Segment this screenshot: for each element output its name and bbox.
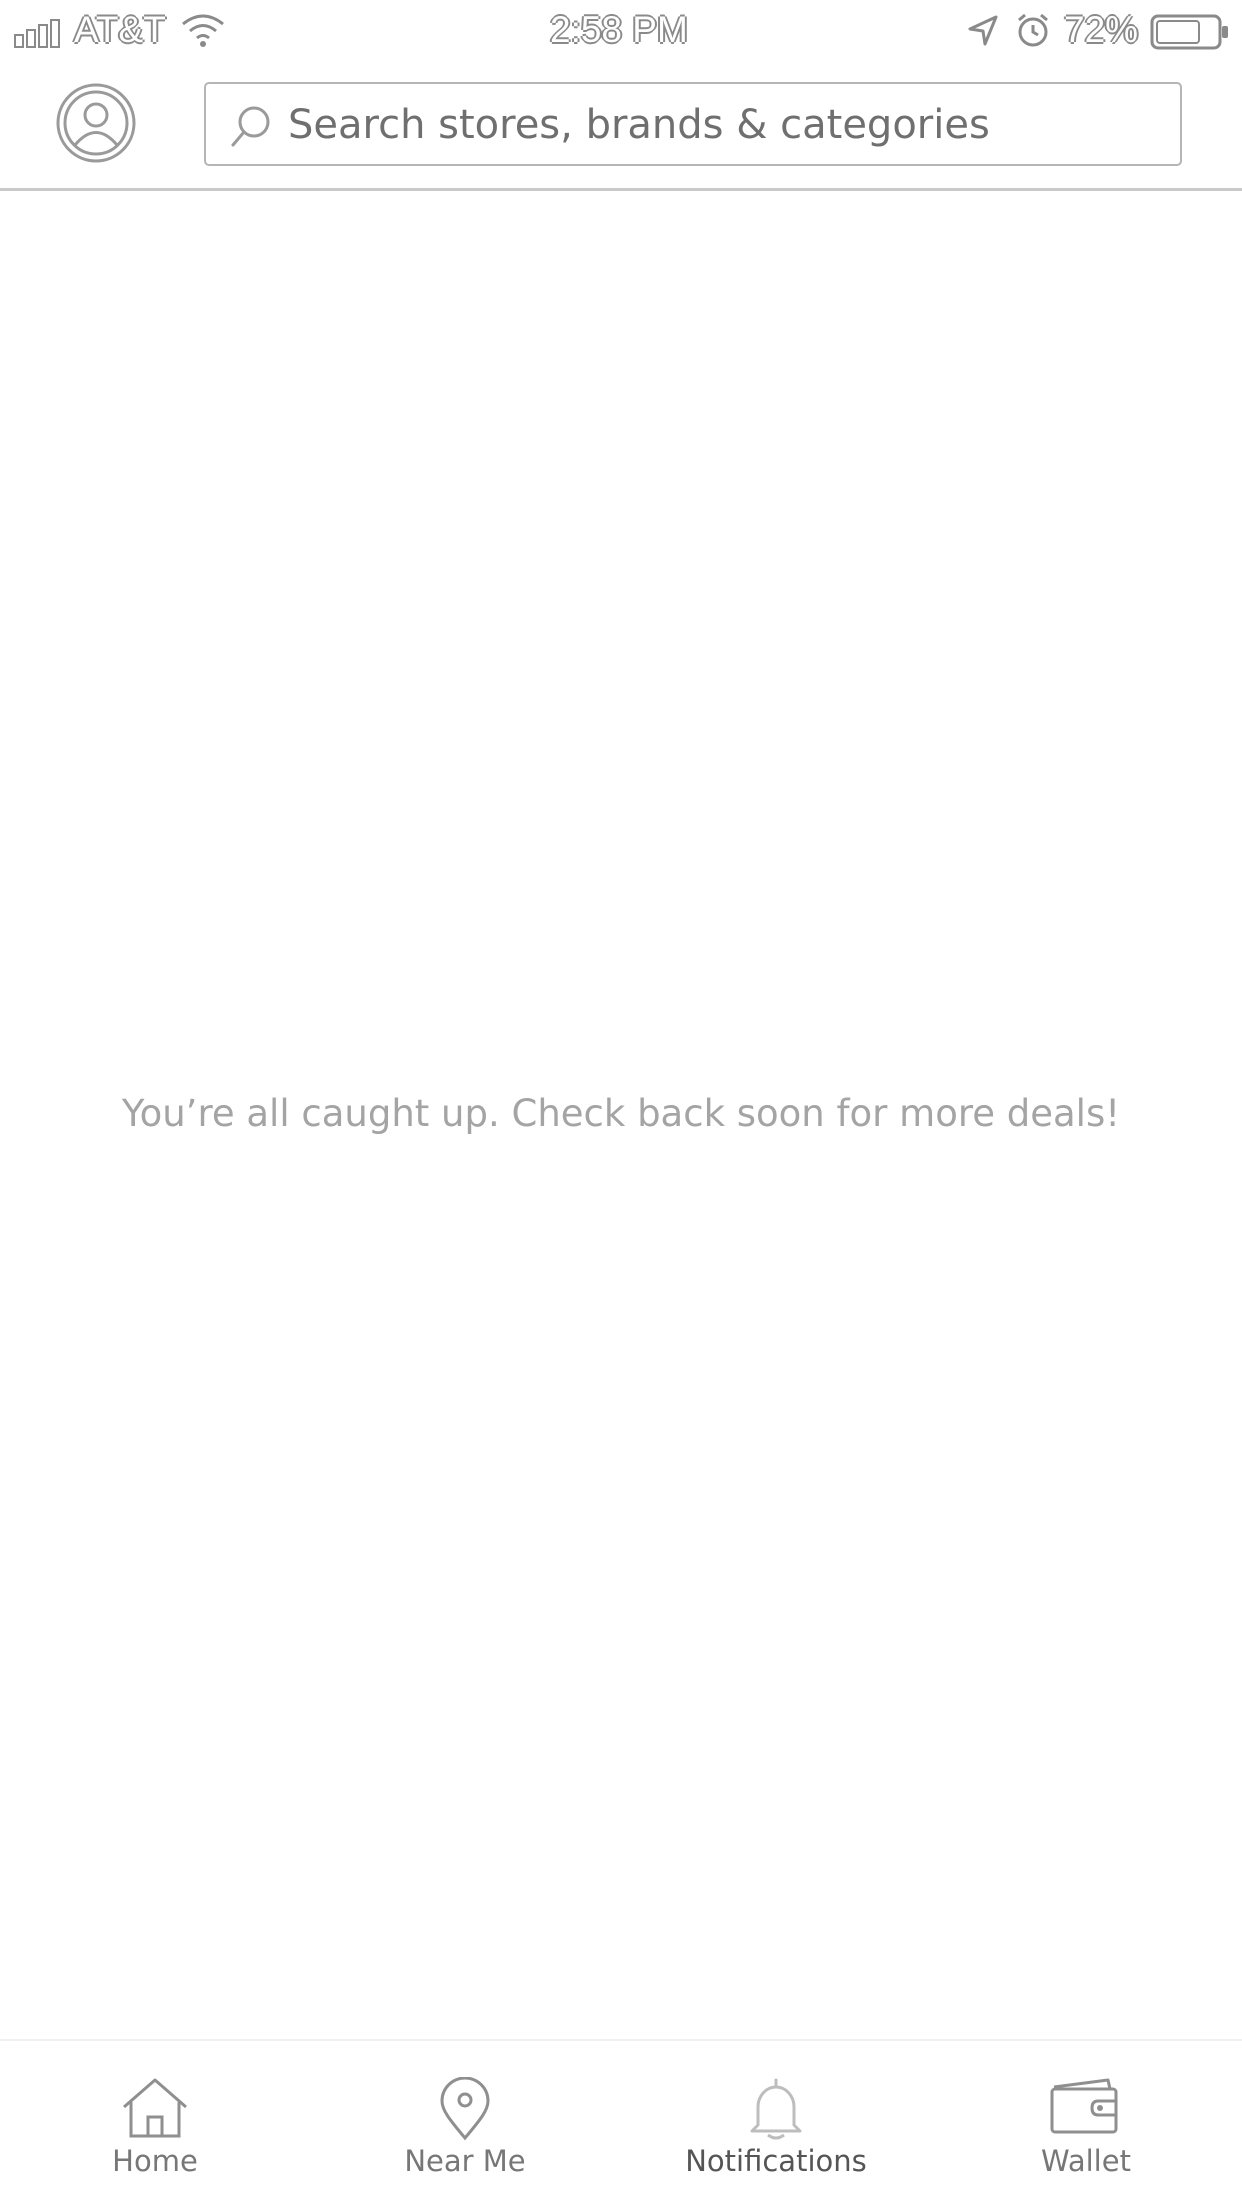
location-pin-icon [440, 2077, 490, 2141]
signal-icon [14, 19, 60, 48]
carrier-label: AT&T [74, 9, 166, 50]
alarm-icon [1018, 13, 1048, 47]
clock-time: 2:58 PM [550, 9, 688, 50]
wallet-icon [1050, 2078, 1118, 2134]
battery-icon [1150, 14, 1228, 50]
battery-percent: 72% [1064, 9, 1139, 50]
tab-wallet[interactable]: Wallet [931, 2041, 1241, 2210]
bell-icon [750, 2078, 802, 2140]
location-arrow-icon [968, 15, 998, 46]
top-header [0, 62, 1242, 191]
tab-near-me[interactable]: Near Me [310, 2041, 620, 2210]
wifi-icon [182, 14, 224, 47]
profile-button[interactable] [55, 82, 137, 164]
tab-home[interactable]: Home [0, 2041, 310, 2210]
search-bar[interactable] [204, 82, 1182, 166]
search-icon [231, 106, 270, 147]
bottom-tab-bar: Home Near Me Notifications Wallet [0, 2039, 1242, 2210]
home-icon [123, 2078, 187, 2138]
status-bar: AT&T 2:58 PM 72% [0, 0, 1242, 62]
tab-notifications[interactable]: Notifications [621, 2041, 931, 2210]
user-avatar-icon [56, 83, 136, 163]
tab-notifications-label: Notifications [685, 2144, 867, 2178]
tab-near-me-label: Near Me [404, 2144, 526, 2178]
tab-wallet-label: Wallet [1041, 2144, 1131, 2178]
tab-home-label: Home [112, 2144, 198, 2178]
empty-state-message: You’re all caught up. Check back soon fo… [121, 1092, 1121, 1135]
search-input[interactable] [286, 94, 1170, 156]
